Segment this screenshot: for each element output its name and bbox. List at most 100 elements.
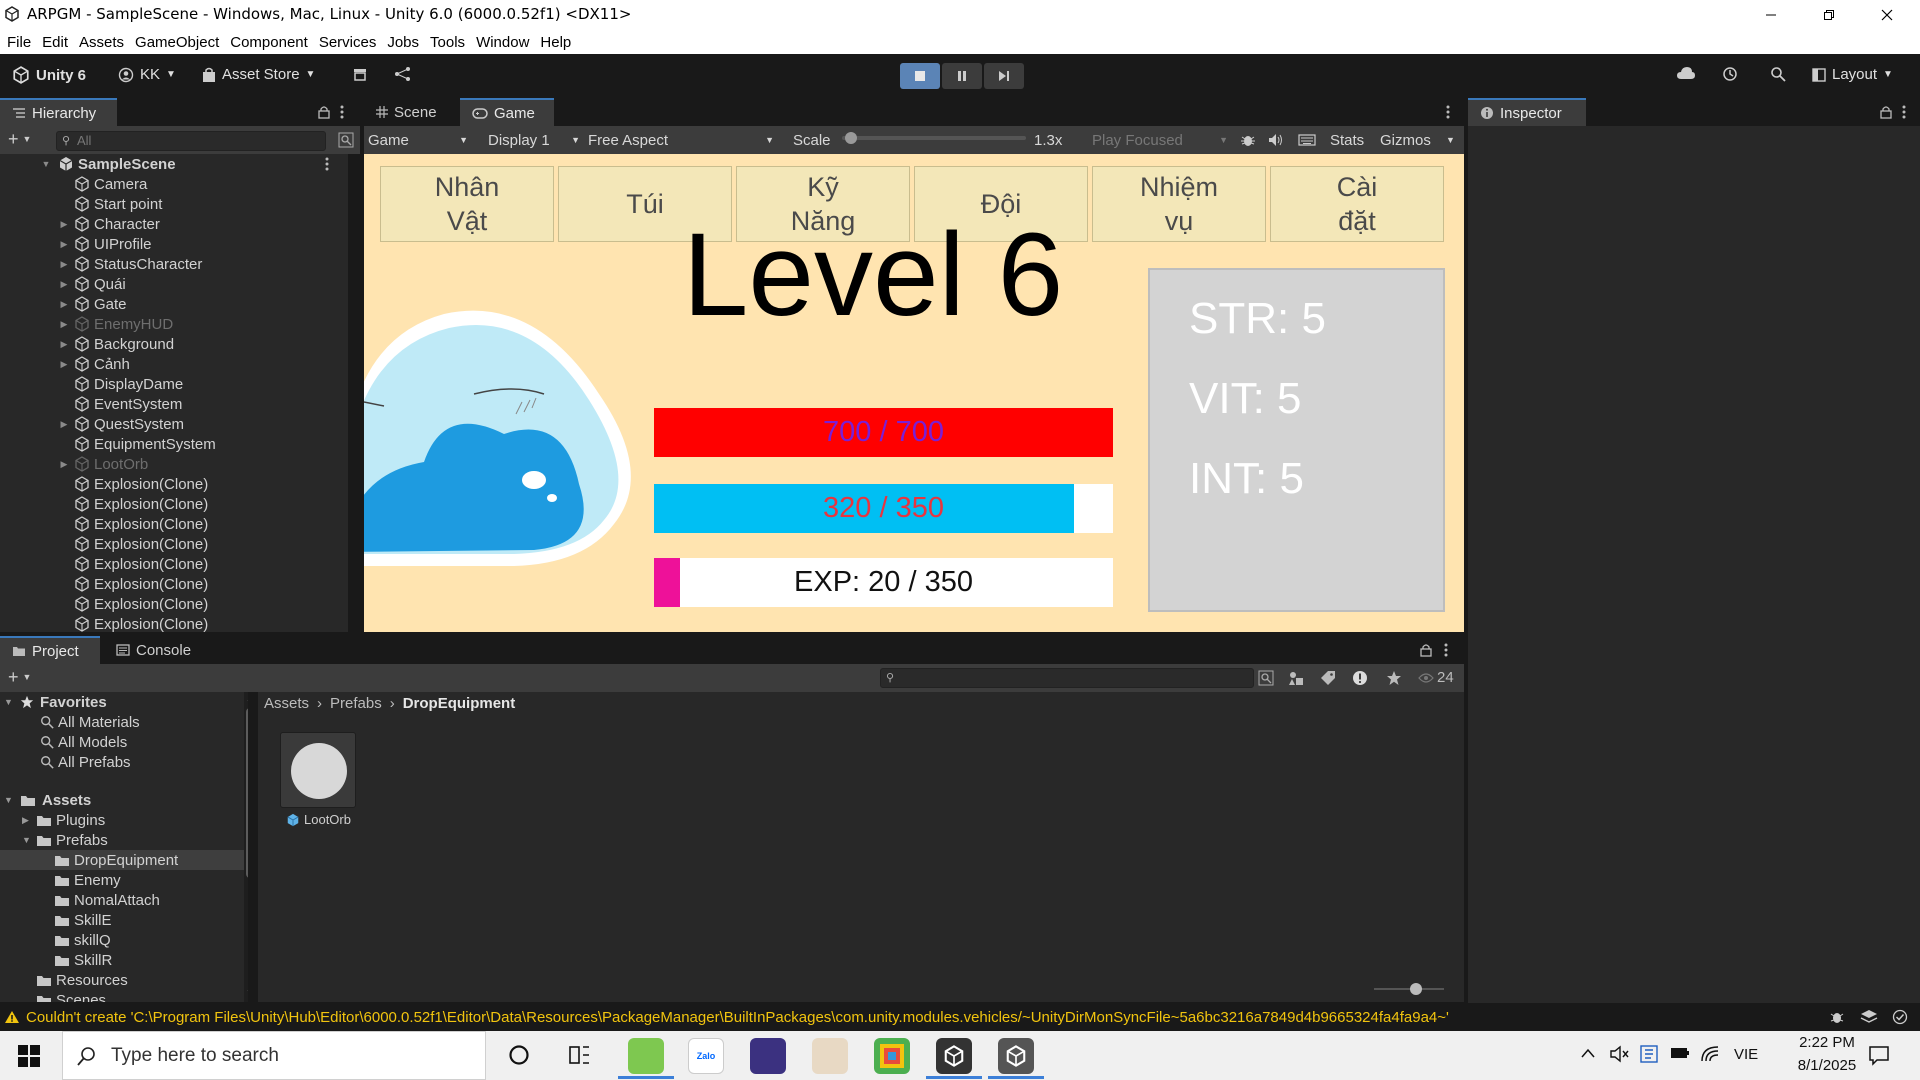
breadcrumb-assets[interactable]: Assets <box>264 695 309 712</box>
hierarchy-item[interactable]: EventSystem <box>0 394 348 414</box>
scroll-down-icon[interactable]: ▼ <box>246 988 248 997</box>
tab-scene[interactable]: Scene <box>364 98 450 126</box>
stats-toggle[interactable]: Stats <box>1330 129 1364 151</box>
project-folder-item[interactable]: ▶ Plugins <box>0 810 244 830</box>
minimize-button[interactable] <box>1742 0 1800 30</box>
scale-slider-handle[interactable] <box>845 132 858 144</box>
zalo-icon[interactable]: Zalo <box>688 1038 724 1074</box>
expand-arrow-icon[interactable]: ▼ <box>22 835 36 845</box>
filter-label-icon[interactable] <box>1320 670 1336 686</box>
project-tree-scrollbar[interactable]: ▲ ▼ <box>244 692 248 1002</box>
asset-item[interactable]: LootOrb <box>286 812 351 827</box>
tab-project[interactable]: Project <box>0 636 100 664</box>
hierarchy-item[interactable]: Explosion(Clone) <box>0 594 348 614</box>
asset-thumbnail[interactable] <box>280 732 356 808</box>
breadcrumb-current[interactable]: DropEquipment <box>403 695 516 712</box>
expand-arrow-icon[interactable]: ▶ <box>58 419 70 430</box>
notification-icon[interactable] <box>1868 1044 1890 1066</box>
more-options-icon[interactable] <box>325 157 329 171</box>
project-folder-item[interactable]: ▼ Prefabs <box>0 830 244 850</box>
gizmos-chevron-down-icon[interactable]: ▼ <box>1446 129 1455 151</box>
expand-arrow-icon[interactable]: ▶ <box>58 259 70 270</box>
debug-icon[interactable] <box>1828 1009 1846 1025</box>
anime-app-icon[interactable] <box>812 1038 848 1074</box>
hierarchy-item[interactable]: ▶ UIProfile <box>0 234 348 254</box>
hierarchy-item[interactable]: ▶ LootOrb <box>0 454 348 474</box>
wifi-icon[interactable] <box>1700 1045 1720 1063</box>
history-icon[interactable] <box>1722 66 1738 82</box>
expand-arrow-icon[interactable]: ▼ <box>4 697 20 707</box>
expand-arrow-icon[interactable]: ▶ <box>58 359 70 370</box>
game-app-icon[interactable] <box>750 1038 786 1074</box>
project-folder-item[interactable]: SkillE <box>0 910 244 930</box>
taskbar-time[interactable]: 2:22 PM <box>1782 1034 1872 1051</box>
play-mode-dropdown[interactable]: Play Focused ▼ <box>1092 129 1228 151</box>
restore-button[interactable] <box>1800 0 1858 30</box>
gizmos-toggle[interactable]: Gizmos <box>1380 129 1431 151</box>
project-search-input[interactable]: ⚲ <box>880 668 1254 688</box>
windows-start-icon[interactable] <box>18 1045 40 1067</box>
tab-console[interactable]: Console <box>104 636 204 664</box>
version-control-icon[interactable] <box>394 66 412 82</box>
hierarchy-item[interactable]: Camera <box>0 174 348 194</box>
audio-mute-icon[interactable] <box>1268 129 1284 151</box>
menu-services[interactable]: Services <box>319 34 377 51</box>
hierarchy-item[interactable]: Explosion(Clone) <box>0 574 348 594</box>
hierarchy-item[interactable]: ▶ Character <box>0 214 348 234</box>
layers-icon[interactable] <box>1860 1009 1878 1025</box>
project-folder-item[interactable]: DropEquipment <box>0 850 244 870</box>
unity-hub-icon[interactable] <box>936 1038 972 1074</box>
aspect-dropdown[interactable]: Free Aspect ▼ <box>588 129 780 151</box>
zoom-slider[interactable] <box>1374 983 1444 995</box>
hierarchy-item[interactable]: Explosion(Clone) <box>0 534 348 554</box>
search-icon[interactable] <box>1770 66 1786 82</box>
search-by-type-icon[interactable] <box>1258 670 1274 686</box>
asset-store-dropdown[interactable]: Asset Store ▼ <box>202 66 315 83</box>
project-folder-item[interactable]: SkillR <box>0 950 244 970</box>
step-button[interactable] <box>984 63 1024 89</box>
cloud-icon[interactable] <box>1676 66 1696 80</box>
scroll-up-icon[interactable]: ▲ <box>246 694 248 703</box>
expand-arrow-icon[interactable]: ▶ <box>58 279 70 290</box>
expand-arrow-icon[interactable]: ▶ <box>22 815 36 826</box>
game-canvas[interactable]: Nhân Vật Túi Kỹ Năng Đội Nhiệm vụ Cài đặ… <box>364 154 1464 632</box>
hierarchy-item[interactable]: Explosion(Clone) <box>0 514 348 534</box>
hierarchy-item[interactable]: ▶ Cảnh <box>0 354 348 374</box>
project-folder-item[interactable]: Scenes <box>0 990 244 1002</box>
hidden-packages-toggle[interactable]: 24 <box>1418 669 1454 686</box>
expand-arrow-icon[interactable]: ▼ <box>4 795 20 805</box>
hierarchy-item[interactable]: ▶ Quái <box>0 274 348 294</box>
menu-help[interactable]: Help <box>540 34 571 51</box>
bluestacks-icon[interactable] <box>874 1038 910 1074</box>
unity-editor-icon[interactable] <box>998 1038 1034 1074</box>
settings-menu-button[interactable]: Cài đặt <box>1270 166 1444 242</box>
hierarchy-item[interactable]: ▶ QuestSystem <box>0 414 348 434</box>
favorite-item[interactable]: All Models <box>0 732 244 752</box>
unity-version-button[interactable]: Unity 6 <box>12 66 86 84</box>
hierarchy-item[interactable]: ▶ StatusCharacter <box>0 254 348 274</box>
view-dropdown[interactable]: Game ▼ <box>368 129 474 151</box>
taskbar-search-box[interactable]: Type here to search <box>62 1031 486 1080</box>
menu-jobs[interactable]: Jobs <box>387 34 419 51</box>
app-icon-1[interactable] <box>628 1038 664 1074</box>
project-folder-item[interactable]: skillQ <box>0 930 244 950</box>
more-options-icon[interactable] <box>1444 643 1448 657</box>
play-stop-button[interactable] <box>900 63 940 89</box>
expand-arrow-icon[interactable]: ▶ <box>58 339 70 350</box>
favorite-item[interactable]: All Materials <box>0 712 244 732</box>
hierarchy-item[interactable]: EquipmentSystem <box>0 434 348 454</box>
hierarchy-search-input[interactable]: ⚲ All <box>56 131 326 151</box>
scale-slider[interactable] <box>842 132 1026 144</box>
menu-component[interactable]: Component <box>230 34 308 51</box>
add-object-button[interactable]: + ▼ <box>8 130 31 148</box>
tab-hierarchy[interactable]: Hierarchy <box>0 98 117 126</box>
layout-dropdown[interactable]: Layout ▼ <box>1812 66 1893 83</box>
scene-search-icon[interactable] <box>338 132 354 148</box>
project-folder-item[interactable]: Enemy <box>0 870 244 890</box>
expand-arrow-icon[interactable]: ▼ <box>40 159 52 169</box>
menu-tools[interactable]: Tools <box>430 34 465 51</box>
ime-icon[interactable] <box>1640 1045 1658 1063</box>
zoom-slider-handle[interactable] <box>1410 983 1422 995</box>
menu-file[interactable]: File <box>7 34 31 51</box>
assets-root[interactable]: ▼ Assets <box>0 790 244 810</box>
